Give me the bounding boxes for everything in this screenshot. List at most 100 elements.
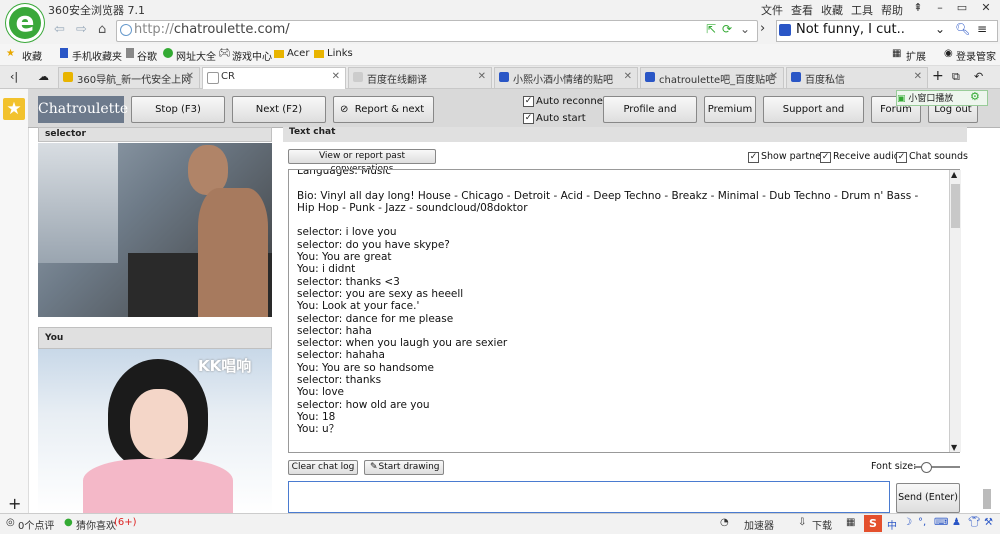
profile-button[interactable]: Profile and settings (603, 96, 697, 140)
font-size-slider-handle[interactable] (921, 462, 932, 473)
sogou-ime-icon[interactable]: S (864, 515, 882, 532)
gamepad-icon: 🎮︎ (218, 48, 231, 59)
support-button[interactable]: Support and contacts (763, 96, 864, 140)
window-icon[interactable]: ⧉ (952, 70, 960, 84)
tab-baidu-message[interactable]: 百度私信 ✕ (786, 67, 928, 88)
ime-lang[interactable]: 中 (887, 517, 897, 532)
comments-count[interactable]: 0个点评 (18, 517, 54, 532)
keyboard-icon[interactable]: ⌨ (934, 517, 948, 528)
favorites-star-icon[interactable]: ★ (3, 98, 25, 120)
menu-lines-icon[interactable]: ≡ (977, 22, 987, 36)
auto-start-checkbox[interactable]: ✓ (523, 113, 534, 124)
chat-line: selector: thanks <3 (297, 275, 400, 288)
start-drawing-button[interactable]: ✎ Start drawing (364, 460, 444, 475)
extension-button[interactable]: 扩展 (906, 48, 926, 63)
auto-reconnect-checkbox[interactable]: ✓ (523, 96, 534, 107)
next-button[interactable]: Next (F2) (232, 96, 326, 123)
bookmark-sites[interactable]: 网址大全 (176, 48, 216, 63)
close-icon[interactable]: ✕ (332, 71, 340, 82)
tab-baidu-translate[interactable]: 百度在线翻译 ✕ (348, 67, 492, 88)
close-icon[interactable]: ✕ (770, 71, 778, 82)
forward-icon[interactable]: ⇨ (76, 22, 87, 37)
star-icon: ★ (6, 48, 15, 59)
chat-line (297, 214, 937, 226)
close-icon[interactable]: ✕ (478, 71, 486, 82)
maximize-icon[interactable]: ▭ (952, 1, 972, 15)
user-icon[interactable]: ♟ (952, 517, 961, 528)
bookmark-games[interactable]: 游戏中心 (232, 48, 272, 63)
close-icon[interactable]: ✕ (186, 71, 194, 82)
refresh-icon[interactable]: ⟳ (722, 22, 732, 36)
chevron-down-icon[interactable]: ⌄ (740, 22, 750, 36)
tab-scroll-left-icon[interactable]: ‹| (10, 70, 18, 83)
scroll-down-icon[interactable]: ▼ (951, 443, 957, 452)
login-button[interactable]: 登录管家 (956, 48, 996, 63)
stop-button[interactable]: Stop (F3) (131, 96, 225, 123)
search-input[interactable]: Not funny, I cut.. (796, 22, 905, 37)
download-button[interactable]: 下载 (812, 517, 832, 532)
cr-logo[interactable]: Chatroulette (38, 96, 128, 123)
home-icon[interactable]: ⌂ (98, 22, 106, 37)
chat-sounds-checkbox[interactable]: ✓ (896, 152, 907, 163)
guess-you-like[interactable]: 猜你喜欢 (76, 517, 116, 532)
close-icon[interactable]: ✕ (624, 71, 632, 82)
share-icon[interactable]: ⇱ (706, 22, 716, 36)
premium-button[interactable]: Premium (704, 96, 756, 123)
page-scrollbar-thumb[interactable] (983, 489, 991, 509)
chevron-down-icon[interactable]: ⌄ (935, 22, 945, 36)
receive-audio-checkbox[interactable]: ✓ (820, 152, 831, 163)
receive-audio-label: Receive audio (833, 151, 900, 162)
tools-icon[interactable]: ⚒ (984, 517, 993, 528)
app-title: 360安全浏览器 7.1 (48, 4, 145, 17)
shirt-icon[interactable]: 👕︎ (968, 517, 981, 528)
bookmark-links[interactable]: Links (327, 48, 353, 59)
show-partner-label: Show partner (761, 151, 825, 162)
send-button[interactable]: Send (Enter) (896, 483, 960, 513)
pin-icon[interactable]: ⇞ (908, 1, 928, 15)
scroll-thumb[interactable] (951, 184, 960, 228)
close-icon[interactable]: ✕ (914, 71, 922, 82)
chevron-right-icon[interactable]: › (760, 21, 765, 36)
chat-log[interactable]: Languages: Music Bio: Vinyl all day long… (288, 169, 960, 453)
page-icon (207, 72, 219, 84)
search-icon[interactable]: 🔍︎ (955, 22, 970, 36)
chat-line: You: You are great (297, 251, 392, 264)
report-next-button[interactable]: ⊘Report & next (F4) (333, 96, 434, 140)
gear-icon[interactable]: ⚙ (970, 90, 980, 103)
minimize-icon[interactable]: – (930, 1, 950, 15)
punctuation-icon[interactable]: °, (918, 517, 926, 528)
show-partner-checkbox[interactable]: ✓ (748, 152, 759, 163)
bookmark-acer[interactable]: Acer (287, 48, 309, 59)
chat-line: Languages: Music (297, 169, 392, 177)
new-tab-icon[interactable]: + (932, 68, 944, 84)
chat-scrollbar[interactable]: ▲ ▼ (949, 170, 961, 452)
speedometer-icon: ◔ (720, 517, 729, 528)
menu-file[interactable]: 文件 (761, 2, 783, 18)
chat-messages: Languages: Music Bio: Vinyl all day long… (297, 169, 937, 436)
tab-tieba-2[interactable]: chatroulette吧_百度贴吧 ✕ (640, 67, 784, 88)
bookmark-google[interactable]: 谷歌 (137, 48, 157, 63)
cloud-icon[interactable]: ☁ (38, 70, 49, 83)
message-input[interactable] (288, 481, 890, 513)
accelerator-button[interactable]: 加速器 (744, 517, 774, 532)
tab-tieba-1[interactable]: 小熙小酒小情绪的贴吧 ✕ (494, 67, 638, 88)
grid-icon[interactable]: ▦ (846, 517, 855, 528)
chat-line: selector: hahaha (297, 349, 385, 362)
menu-favorites[interactable]: 收藏 (821, 2, 843, 18)
view-report-button[interactable]: View or report past conversations (288, 149, 436, 174)
menu-view[interactable]: 查看 (791, 2, 813, 18)
tab-cr[interactable]: CR ✕ (202, 67, 346, 89)
undo-icon[interactable]: ↶ (974, 70, 983, 83)
scroll-up-icon[interactable]: ▲ (951, 170, 957, 179)
close-icon[interactable]: ✕ (976, 1, 996, 15)
bookmark-mobile[interactable]: 手机收藏夹 (72, 48, 122, 63)
phone-icon (60, 48, 68, 58)
back-icon[interactable]: ⇦ (54, 22, 65, 37)
menu-help[interactable]: 帮助 (881, 2, 903, 18)
bookmark-favorites[interactable]: 收藏 (22, 48, 42, 63)
moon-icon[interactable]: ☽ (903, 517, 912, 528)
tab-360-nav[interactable]: 360导航_新一代安全上网 ✕ (58, 67, 200, 88)
add-icon[interactable]: + (8, 494, 21, 513)
clear-chat-button[interactable]: Clear chat log (288, 460, 358, 475)
menu-tools[interactable]: 工具 (851, 2, 873, 18)
